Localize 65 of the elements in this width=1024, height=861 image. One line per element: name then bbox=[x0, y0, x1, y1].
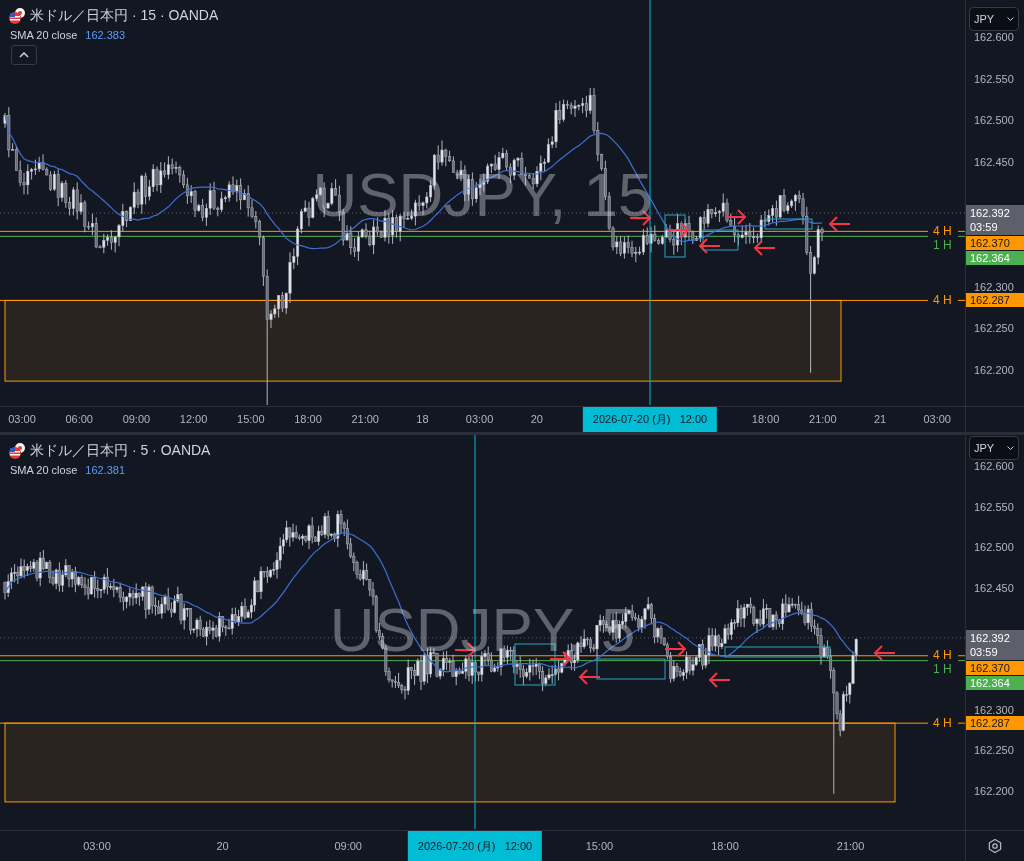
time-tick: 20 bbox=[216, 840, 229, 852]
price-tick: 162.550 bbox=[974, 501, 1014, 513]
time-tick: 06:00 bbox=[65, 413, 93, 425]
price-tick: 162.550 bbox=[974, 73, 1014, 85]
price-tick: 162.500 bbox=[974, 541, 1014, 553]
indicator-value: 162.383 bbox=[85, 29, 126, 41]
price-tick: 162.600 bbox=[974, 460, 1014, 472]
crosshair-time-label: 2026-07-20 (月) 12:00 bbox=[407, 831, 543, 861]
level-label: 1 H bbox=[933, 663, 952, 677]
price-tag: 162.370 bbox=[966, 660, 1024, 675]
time-tick: 18:00 bbox=[711, 840, 739, 852]
level-label: 4 H bbox=[933, 293, 952, 307]
time-tick: 12:00 bbox=[179, 413, 208, 425]
last-price-tag: 162.392 03:59 bbox=[966, 205, 1024, 236]
price-tick: 162.300 bbox=[974, 704, 1014, 716]
price-tag: 162.370 bbox=[966, 236, 1024, 251]
indicator-value: 162.381 bbox=[85, 464, 126, 476]
price-tag: 162.364 bbox=[966, 675, 1024, 690]
chevron-up-icon bbox=[19, 52, 29, 58]
time-tick: 15:00 bbox=[237, 413, 265, 425]
currency-dropdown[interactable]: JPY bbox=[969, 436, 1019, 460]
time-tick: 18:00 bbox=[294, 413, 322, 425]
chevron-down-icon bbox=[1007, 17, 1014, 21]
chevron-down-icon bbox=[1007, 446, 1014, 450]
last-price-tag: 162.392 03:59 bbox=[966, 629, 1024, 660]
price-tag: 162.364 bbox=[966, 251, 1024, 266]
symbol-title[interactable]: 米ドル／日本円 · 15 · OANDA bbox=[30, 7, 219, 25]
level-label: 4 H bbox=[933, 649, 952, 663]
price-tick: 162.250 bbox=[974, 744, 1014, 756]
symbol-title[interactable]: 米ドル／日本円 · 5 · OANDA bbox=[30, 442, 211, 460]
time-tick: 03:00 bbox=[8, 413, 36, 425]
price-tag: 162.287 bbox=[966, 716, 1024, 731]
price-tick: 162.250 bbox=[974, 322, 1014, 334]
crosshair-time-label: 2026-07-20 (月) 12:00 bbox=[582, 407, 718, 432]
time-tick: 03:00 bbox=[465, 413, 494, 425]
time-tick: 03:00 bbox=[83, 840, 111, 852]
time-tick: 15:00 bbox=[585, 840, 614, 852]
time-tick: 09:00 bbox=[334, 840, 362, 852]
level-label: 4 H bbox=[933, 716, 952, 730]
price-tick: 162.300 bbox=[974, 281, 1014, 293]
time-tick: 21:00 bbox=[836, 840, 865, 852]
level-label: 1 H bbox=[933, 238, 952, 252]
time-tick: 21:00 bbox=[351, 413, 379, 425]
currency-dropdown[interactable]: JPY bbox=[969, 7, 1019, 31]
indicator-label: SMA 20 close bbox=[10, 464, 78, 476]
collapse-button[interactable] bbox=[11, 45, 37, 65]
price-tick: 162.450 bbox=[974, 156, 1014, 168]
price-tick: 162.500 bbox=[974, 114, 1014, 126]
indicator-label: SMA 20 close bbox=[10, 29, 78, 41]
price-tag: 162.287 bbox=[966, 293, 1024, 308]
price-tick: 162.200 bbox=[974, 364, 1014, 376]
time-tick: 21 bbox=[873, 413, 887, 425]
price-tick: 162.200 bbox=[974, 785, 1014, 797]
price-tick: 162.450 bbox=[974, 582, 1014, 594]
time-tick: 09:00 bbox=[122, 413, 151, 425]
flag-icon bbox=[8, 442, 26, 460]
level-label: 4 H bbox=[933, 224, 952, 238]
time-tick: 18:00 bbox=[751, 413, 780, 425]
settings-button[interactable] bbox=[987, 838, 1003, 854]
time-tick: 03:00 bbox=[923, 413, 951, 425]
time-tick: 20 bbox=[530, 413, 543, 425]
price-tick: 162.600 bbox=[974, 31, 1014, 43]
time-tick: 18 bbox=[416, 413, 429, 425]
flag-icon bbox=[8, 7, 26, 25]
time-tick: 21:00 bbox=[809, 413, 837, 425]
